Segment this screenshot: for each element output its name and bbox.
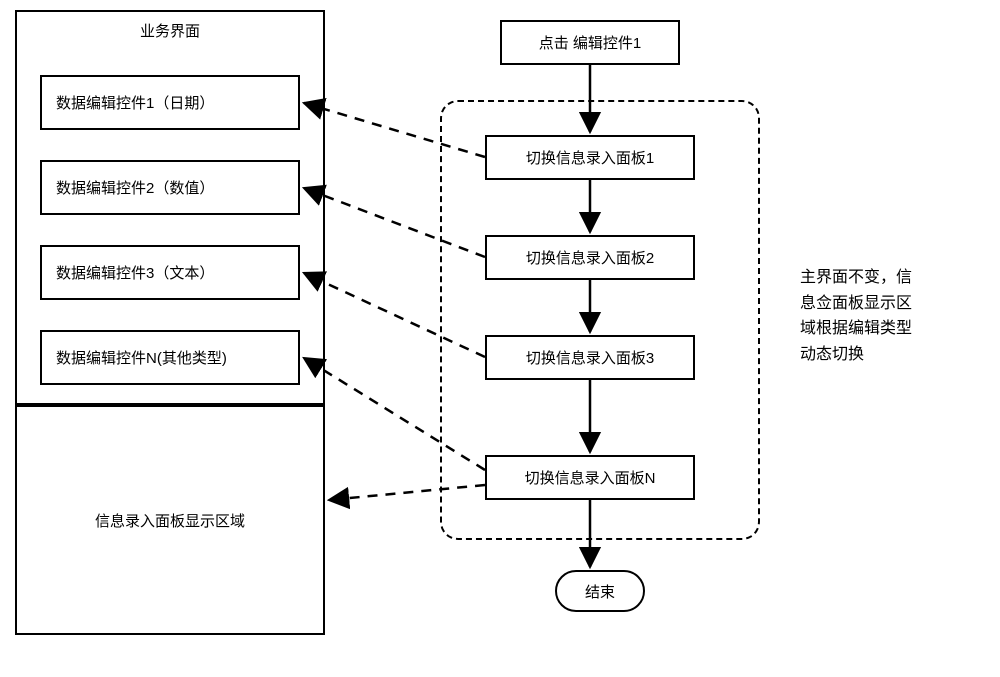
control-1: 数据编辑控件1（日期）	[40, 75, 300, 130]
annotation-line-2: 息佥面板显示区	[800, 291, 912, 317]
control-2: 数据编辑控件2（数值）	[40, 160, 300, 215]
annotation-text: 主界面不变，信 息佥面板显示区 域根据编辑类型 动态切换	[800, 265, 912, 367]
control-3: 数据编辑控件3（文本）	[40, 245, 300, 300]
flow-start: 点击 编辑控件1	[500, 20, 680, 65]
display-area-label: 信息录入面板显示区域	[85, 510, 255, 531]
business-interface-title: 业务界面	[110, 20, 230, 41]
flow-step-2: 切换信息录入面板2	[485, 235, 695, 280]
flow-end: 结束	[555, 570, 645, 612]
annotation-line-1: 主界面不变，信	[800, 265, 912, 291]
flow-step-1: 切换信息录入面板1	[485, 135, 695, 180]
flow-step-3: 切换信息录入面板3	[485, 335, 695, 380]
flow-step-n: 切换信息录入面板N	[485, 455, 695, 500]
annotation-line-4: 动态切换	[800, 342, 912, 368]
annotation-line-3: 域根据编辑类型	[800, 316, 912, 342]
control-n: 数据编辑控件N(其他类型)	[40, 330, 300, 385]
